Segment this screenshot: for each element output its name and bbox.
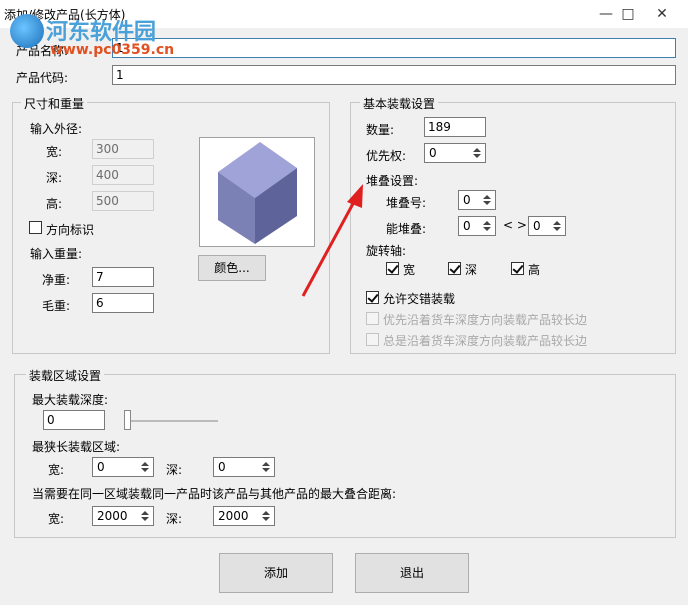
spin-down-icon[interactable] xyxy=(483,227,491,231)
spinner-arrows[interactable] xyxy=(138,459,152,475)
max-depth-label: 最大装载深度: xyxy=(32,393,109,407)
max-depth-slider-thumb[interactable] xyxy=(124,410,131,430)
narrow-depth-label: 深: xyxy=(166,463,183,477)
max-depth-slider-track[interactable] xyxy=(126,420,218,422)
narrow-depth-spinner[interactable]: 0 xyxy=(213,457,275,477)
loading-area-legend: 装载区域设置 xyxy=(26,367,105,384)
can-stack-max-value: 0 xyxy=(533,219,541,233)
close-button[interactable]: ✕ xyxy=(646,0,678,28)
color-button[interactable]: 颜色... xyxy=(198,255,266,281)
net-weight-label: 净重: xyxy=(42,273,71,287)
spin-down-icon[interactable] xyxy=(473,154,481,158)
watermark-url: www.pc0359.cn xyxy=(50,42,175,58)
quantity-label: 数量: xyxy=(366,123,395,137)
arrow-shaft xyxy=(301,199,357,297)
spin-up-icon[interactable] xyxy=(262,511,270,515)
spinner-arrows[interactable] xyxy=(138,508,152,524)
rotate-width-checkbox[interactable] xyxy=(386,262,399,275)
product-code-input[interactable]: 1 xyxy=(112,65,676,85)
annotation-arrow-icon xyxy=(301,184,363,297)
narrow-width-label: 宽: xyxy=(48,463,65,477)
narrow-width-spinner[interactable]: 0 xyxy=(92,457,154,477)
overlap-distance-label: 当需要在同一区域装载同一产品时该产品与其他产品的最大叠合距离: xyxy=(32,487,397,501)
exit-button[interactable]: 退出 xyxy=(355,553,469,593)
spin-up-icon[interactable] xyxy=(483,221,491,225)
spin-up-icon[interactable] xyxy=(262,462,270,466)
spin-up-icon[interactable] xyxy=(483,195,491,199)
spin-down-icon[interactable] xyxy=(262,468,270,472)
rotate-width-label: 宽 xyxy=(403,263,416,277)
height-label: 高: xyxy=(46,197,63,211)
can-stack-label: 能堆叠: xyxy=(386,222,427,236)
stack-number-label: 堆叠号: xyxy=(386,196,427,210)
spinner-arrows[interactable] xyxy=(480,192,494,208)
depth-label: 深: xyxy=(46,171,63,185)
size-weight-legend: 尺寸和重量 xyxy=(21,95,88,112)
overlap-depth-spinner[interactable]: 2000 xyxy=(213,506,275,526)
can-stack-max-spinner[interactable]: 0 xyxy=(528,216,566,236)
can-stack-min-value: 0 xyxy=(463,219,471,233)
arrow-head xyxy=(347,184,363,208)
narrow-depth-value: 0 xyxy=(218,460,226,474)
spinner-arrows[interactable] xyxy=(470,145,484,161)
spin-down-icon[interactable] xyxy=(553,227,561,231)
spin-down-icon[interactable] xyxy=(141,468,149,472)
rotate-height-label: 高 xyxy=(528,263,541,277)
spin-down-icon[interactable] xyxy=(483,201,491,205)
spin-down-icon[interactable] xyxy=(262,517,270,521)
priority-spinner[interactable]: 0 xyxy=(424,143,486,163)
max-depth-input[interactable]: 0 xyxy=(43,410,105,430)
overlap-width-spinner[interactable]: 2000 xyxy=(92,506,154,526)
rotate-height-checkbox[interactable] xyxy=(511,262,524,275)
always-long-edge-checkbox[interactable] xyxy=(366,333,379,346)
spin-up-icon[interactable] xyxy=(553,221,561,225)
orientation-label: 方向标识 xyxy=(46,223,95,237)
overlap-width-value: 2000 xyxy=(97,509,128,523)
add-button[interactable]: 添加 xyxy=(219,553,333,593)
stack-number-value: 0 xyxy=(463,193,471,207)
spin-up-icon[interactable] xyxy=(141,462,149,466)
always-long-edge-label: 总是沿着货车深度方向装载产品较长边 xyxy=(383,334,588,348)
can-stack-min-spinner[interactable]: 0 xyxy=(458,216,496,236)
prefer-long-edge-checkbox[interactable] xyxy=(366,312,379,325)
prefer-long-edge-label: 优先沿着货车深度方向装载产品较长边 xyxy=(383,313,588,327)
width-label: 宽: xyxy=(46,145,63,159)
orientation-checkbox[interactable] xyxy=(29,221,42,234)
net-weight-input[interactable]: 7 xyxy=(92,267,154,287)
overlap-depth-value: 2000 xyxy=(218,509,249,523)
allow-interlace-label: 允许交错装载 xyxy=(383,292,456,306)
overlap-width-label: 宽: xyxy=(48,512,65,526)
maximize-button[interactable]: □ xyxy=(612,0,644,28)
spinner-arrows[interactable] xyxy=(259,508,273,524)
height-input[interactable]: 500 xyxy=(92,191,154,211)
spin-up-icon[interactable] xyxy=(473,148,481,152)
gross-weight-input[interactable]: 6 xyxy=(92,293,154,313)
watermark: 河东软件园 www.pc0359.cn xyxy=(10,12,200,62)
width-input[interactable]: 300 xyxy=(92,139,154,159)
spinner-arrows[interactable] xyxy=(550,218,564,234)
overlap-depth-label: 深: xyxy=(166,512,183,526)
quantity-input[interactable]: 189 xyxy=(424,117,486,137)
spinner-arrows[interactable] xyxy=(259,459,273,475)
product-code-label: 产品代码: xyxy=(16,71,69,85)
weight-label: 输入重量: xyxy=(30,247,83,261)
outer-dimension-label: 输入外径: xyxy=(30,122,83,136)
rotate-depth-checkbox[interactable] xyxy=(448,262,461,275)
narrow-area-label: 最狭长装载区域: xyxy=(32,440,121,454)
watermark-logo xyxy=(10,14,44,48)
priority-label: 优先权: xyxy=(366,149,407,163)
gross-weight-label: 毛重: xyxy=(42,299,71,313)
narrow-width-value: 0 xyxy=(97,460,105,474)
spin-up-icon[interactable] xyxy=(141,511,149,515)
spinner-arrows[interactable] xyxy=(480,218,494,234)
rotate-depth-label: 深 xyxy=(465,263,478,277)
can-stack-separator: < > xyxy=(503,218,527,232)
priority-value: 0 xyxy=(429,146,437,160)
depth-input[interactable]: 400 xyxy=(92,165,154,185)
basic-settings-legend: 基本装载设置 xyxy=(360,95,439,112)
stack-number-spinner[interactable]: 0 xyxy=(458,190,496,210)
spin-down-icon[interactable] xyxy=(141,517,149,521)
